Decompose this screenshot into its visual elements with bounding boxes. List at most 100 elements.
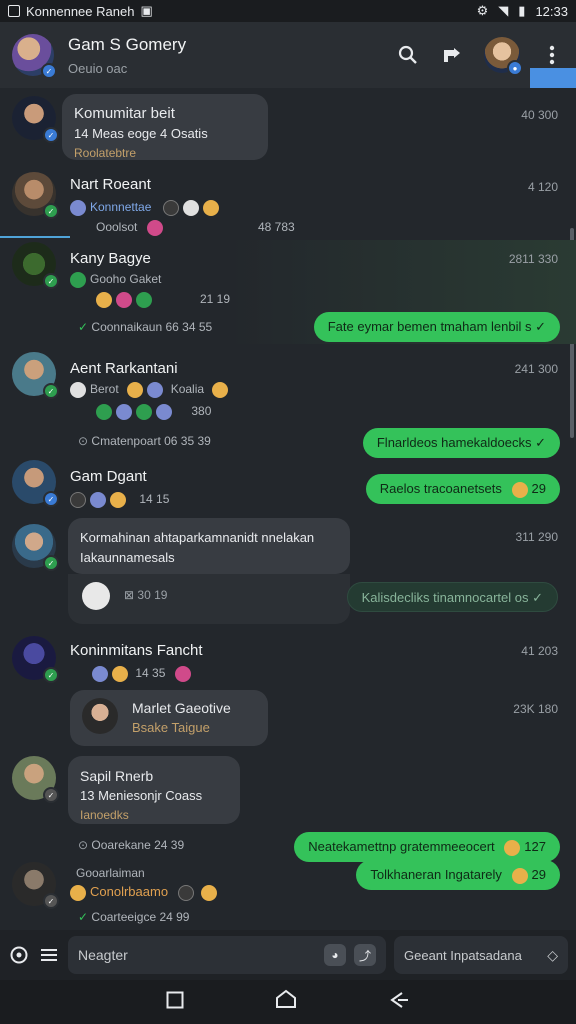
reply-meta: ✓ Coonnaikaun 66 34 55 [78, 320, 213, 334]
contact-avatar [82, 698, 118, 734]
battery-icon: ▮ [518, 3, 526, 18]
more-options-icon[interactable] [540, 43, 564, 67]
message-row[interactable]: ✓ Gooarlaiman Conolrbaamo ✓ Coarteeigce … [0, 858, 576, 928]
sender-name: Gam Dgant [70, 468, 147, 485]
search-icon[interactable] [396, 43, 420, 67]
message-input-placeholder: Neagter [78, 947, 128, 963]
user-avatar[interactable]: ✓ [12, 636, 59, 683]
sender-name: Kany Bagye [70, 250, 151, 267]
chat-title[interactable]: Gam S Gomery [68, 35, 186, 55]
wifi-icon: ◥ [498, 3, 509, 18]
outgoing-message[interactable]: Flnarldeos hamekaldoecks ✓ [362, 428, 560, 458]
user-avatar[interactable]: ✓ [12, 862, 59, 909]
chat-list[interactable]: ✓ Komumitar beit 14 Meas eoge 4 Osatis R… [0, 88, 576, 930]
message-row[interactable]: ✓ Gam Dgant 14 15 Raelos tracoanetsets 2… [0, 458, 576, 518]
search-input-placeholder: Geeant Inpatsadana [404, 947, 522, 963]
card-timestamp: 23K 180 [513, 702, 558, 716]
emoji-icon[interactable] [8, 943, 30, 967]
chat-header: ✓ Gam S Gomery Oeuio oac ● [0, 22, 576, 88]
user-avatar[interactable]: ✓ [12, 96, 59, 143]
user-avatar[interactable]: ✓ [12, 524, 59, 571]
home-button[interactable] [275, 989, 297, 1015]
outgoing-message[interactable]: Tolkhaneran Ingatarely 29 [356, 860, 560, 890]
user-avatar[interactable]: ✓ [12, 460, 59, 507]
message-row[interactable]: ✓ Kany Bagye Gooho Gaket 21 19 2811 330 … [0, 240, 576, 344]
reply-meta: ⊙ Cmatenpoart 06 35 39 [78, 434, 211, 448]
sender-name: Komumitar beit [74, 105, 175, 122]
message-row[interactable]: ✓ Aent Rarkantani Berot Koalia 380 241 30… [0, 350, 576, 458]
user-avatar[interactable]: ✓ [12, 172, 59, 219]
message-timestamp: 2811 330 [508, 252, 558, 266]
chat-subtitle: Oeuio oac [68, 60, 128, 76]
message-row[interactable]: ✓ Koninmitans Fancht 14 35 41 203 Marlet… [0, 632, 576, 756]
recents-button[interactable] [166, 989, 184, 1015]
verified-badge-icon: ✓ [41, 63, 57, 79]
back-button[interactable] [388, 989, 410, 1015]
share-icon[interactable] [440, 43, 464, 67]
sender-name: Nart Roeant [70, 176, 151, 193]
profile-avatar[interactable]: ● [484, 37, 523, 76]
message-bubble[interactable]: Sapil Rnerb 13 Meniesonjr Coass Ianoedks [68, 756, 240, 824]
message-subtext: 380 [96, 404, 211, 420]
reply-meta: ✓ Coarteeigce 24 99 [78, 910, 190, 924]
message-bubble[interactable]: Kormahinan ahtaparkamnanidt nnelakan Iak… [68, 518, 350, 574]
message-bubble[interactable]: Komumitar beit 14 Meas eoge 4 Osatis Roo… [62, 94, 268, 160]
message-text: 14 Meas eoge 4 Osatis [74, 126, 208, 141]
location-icon[interactable]: ◇ [547, 947, 558, 964]
message-text: 13 Meniesonjr Coass [80, 788, 203, 803]
message-input[interactable]: Neagter ◕ ⤴ [68, 936, 386, 974]
unread-divider [0, 236, 70, 238]
user-avatar[interactable]: ✓ [12, 756, 59, 803]
message-row[interactable]: ✓ Nart Roeant Konnnettae Ooolsot 48 783 … [0, 170, 576, 236]
search-input[interactable]: Geeant Inpatsadana ◇ [394, 936, 568, 974]
message-text: Conolrbaamo [70, 884, 221, 901]
attach-icon[interactable]: ⤴ [354, 944, 376, 966]
outgoing-message[interactable]: Fate eymar bemen tmaham lenbil s ✓ [313, 312, 560, 342]
emoji-icon [146, 220, 163, 236]
message-composer: Neagter ◕ ⤴ Geeant Inpatsadana ◇ [0, 930, 576, 980]
sticker-icon[interactable]: ◕ [324, 944, 346, 966]
message-subtext: Roolatebtre [74, 146, 137, 160]
active-indicator [530, 68, 576, 88]
message-subtimestamp: 21 19 [200, 292, 231, 306]
status-time: 12:33 [535, 3, 568, 19]
message-row[interactable]: ✓ Sapil Rnerb 13 Meniesonjr Coass Ianoed… [0, 756, 576, 868]
contact-subtext: Bsake Taigue [132, 720, 210, 735]
status-bar: Konnennee Raneh ▣ ⚙ ◥ ▮ 12:33 [0, 0, 576, 22]
message-text: 14 35 [92, 666, 195, 682]
message-text: Berot Koalia [70, 382, 232, 398]
message-timestamp: 311 290 [515, 530, 559, 544]
profile-badge-icon: ● [507, 60, 523, 76]
status-left-text: Konnennee Raneh [26, 3, 135, 19]
user-avatar[interactable]: ✓ [12, 352, 59, 399]
contact-card[interactable]: Marlet Gaeotive Bsake Taigue [70, 690, 268, 746]
message-row[interactable]: ✓ Kormahinan ahtaparkamnanidt nnelakan I… [0, 518, 576, 628]
message-text: Gooho Gaket [70, 272, 161, 288]
group-avatar[interactable]: ✓ [12, 34, 57, 79]
message-subtext: Ooolsot [96, 220, 167, 236]
message-subtext: Iakaunnamesals [80, 550, 175, 565]
message-row[interactable]: ✓ Komumitar beit 14 Meas eoge 4 Osatis R… [0, 94, 576, 164]
app-notification-icon [8, 5, 20, 17]
message-text: 14 15 [70, 492, 169, 508]
message-subtext: Ianoedks [80, 808, 129, 822]
message-timestamp: 4 120 [527, 180, 558, 194]
message-timestamp: 40 300 [521, 108, 558, 122]
system-navbar [0, 980, 576, 1024]
emoji-icon [162, 200, 179, 216]
sender-name: Sapil Rnerb [80, 768, 154, 784]
message-text: Kormahinan ahtaparkamnanidt nnelakan [80, 530, 315, 545]
message-subtimestamp: 48 783 [258, 220, 295, 234]
message-subtext [96, 292, 156, 308]
outgoing-message[interactable]: Kalisdecliks tinamnocartel os ✓ [346, 582, 558, 612]
attachment-card[interactable]: ⊠ 30 19 [68, 574, 350, 624]
sender-name: Gooarlaiman [76, 866, 145, 880]
emoji-icon [182, 200, 199, 216]
notification-icon: ▣ [140, 3, 153, 18]
user-avatar[interactable]: ✓ [12, 242, 59, 289]
menu-icon[interactable] [38, 943, 60, 967]
message-timestamp: 41 203 [521, 644, 558, 658]
emoji-icon [70, 200, 86, 216]
attachment-meta: ⊠ 30 19 [124, 588, 168, 602]
outgoing-message[interactable]: Raelos tracoanetsets 29 [365, 474, 560, 504]
